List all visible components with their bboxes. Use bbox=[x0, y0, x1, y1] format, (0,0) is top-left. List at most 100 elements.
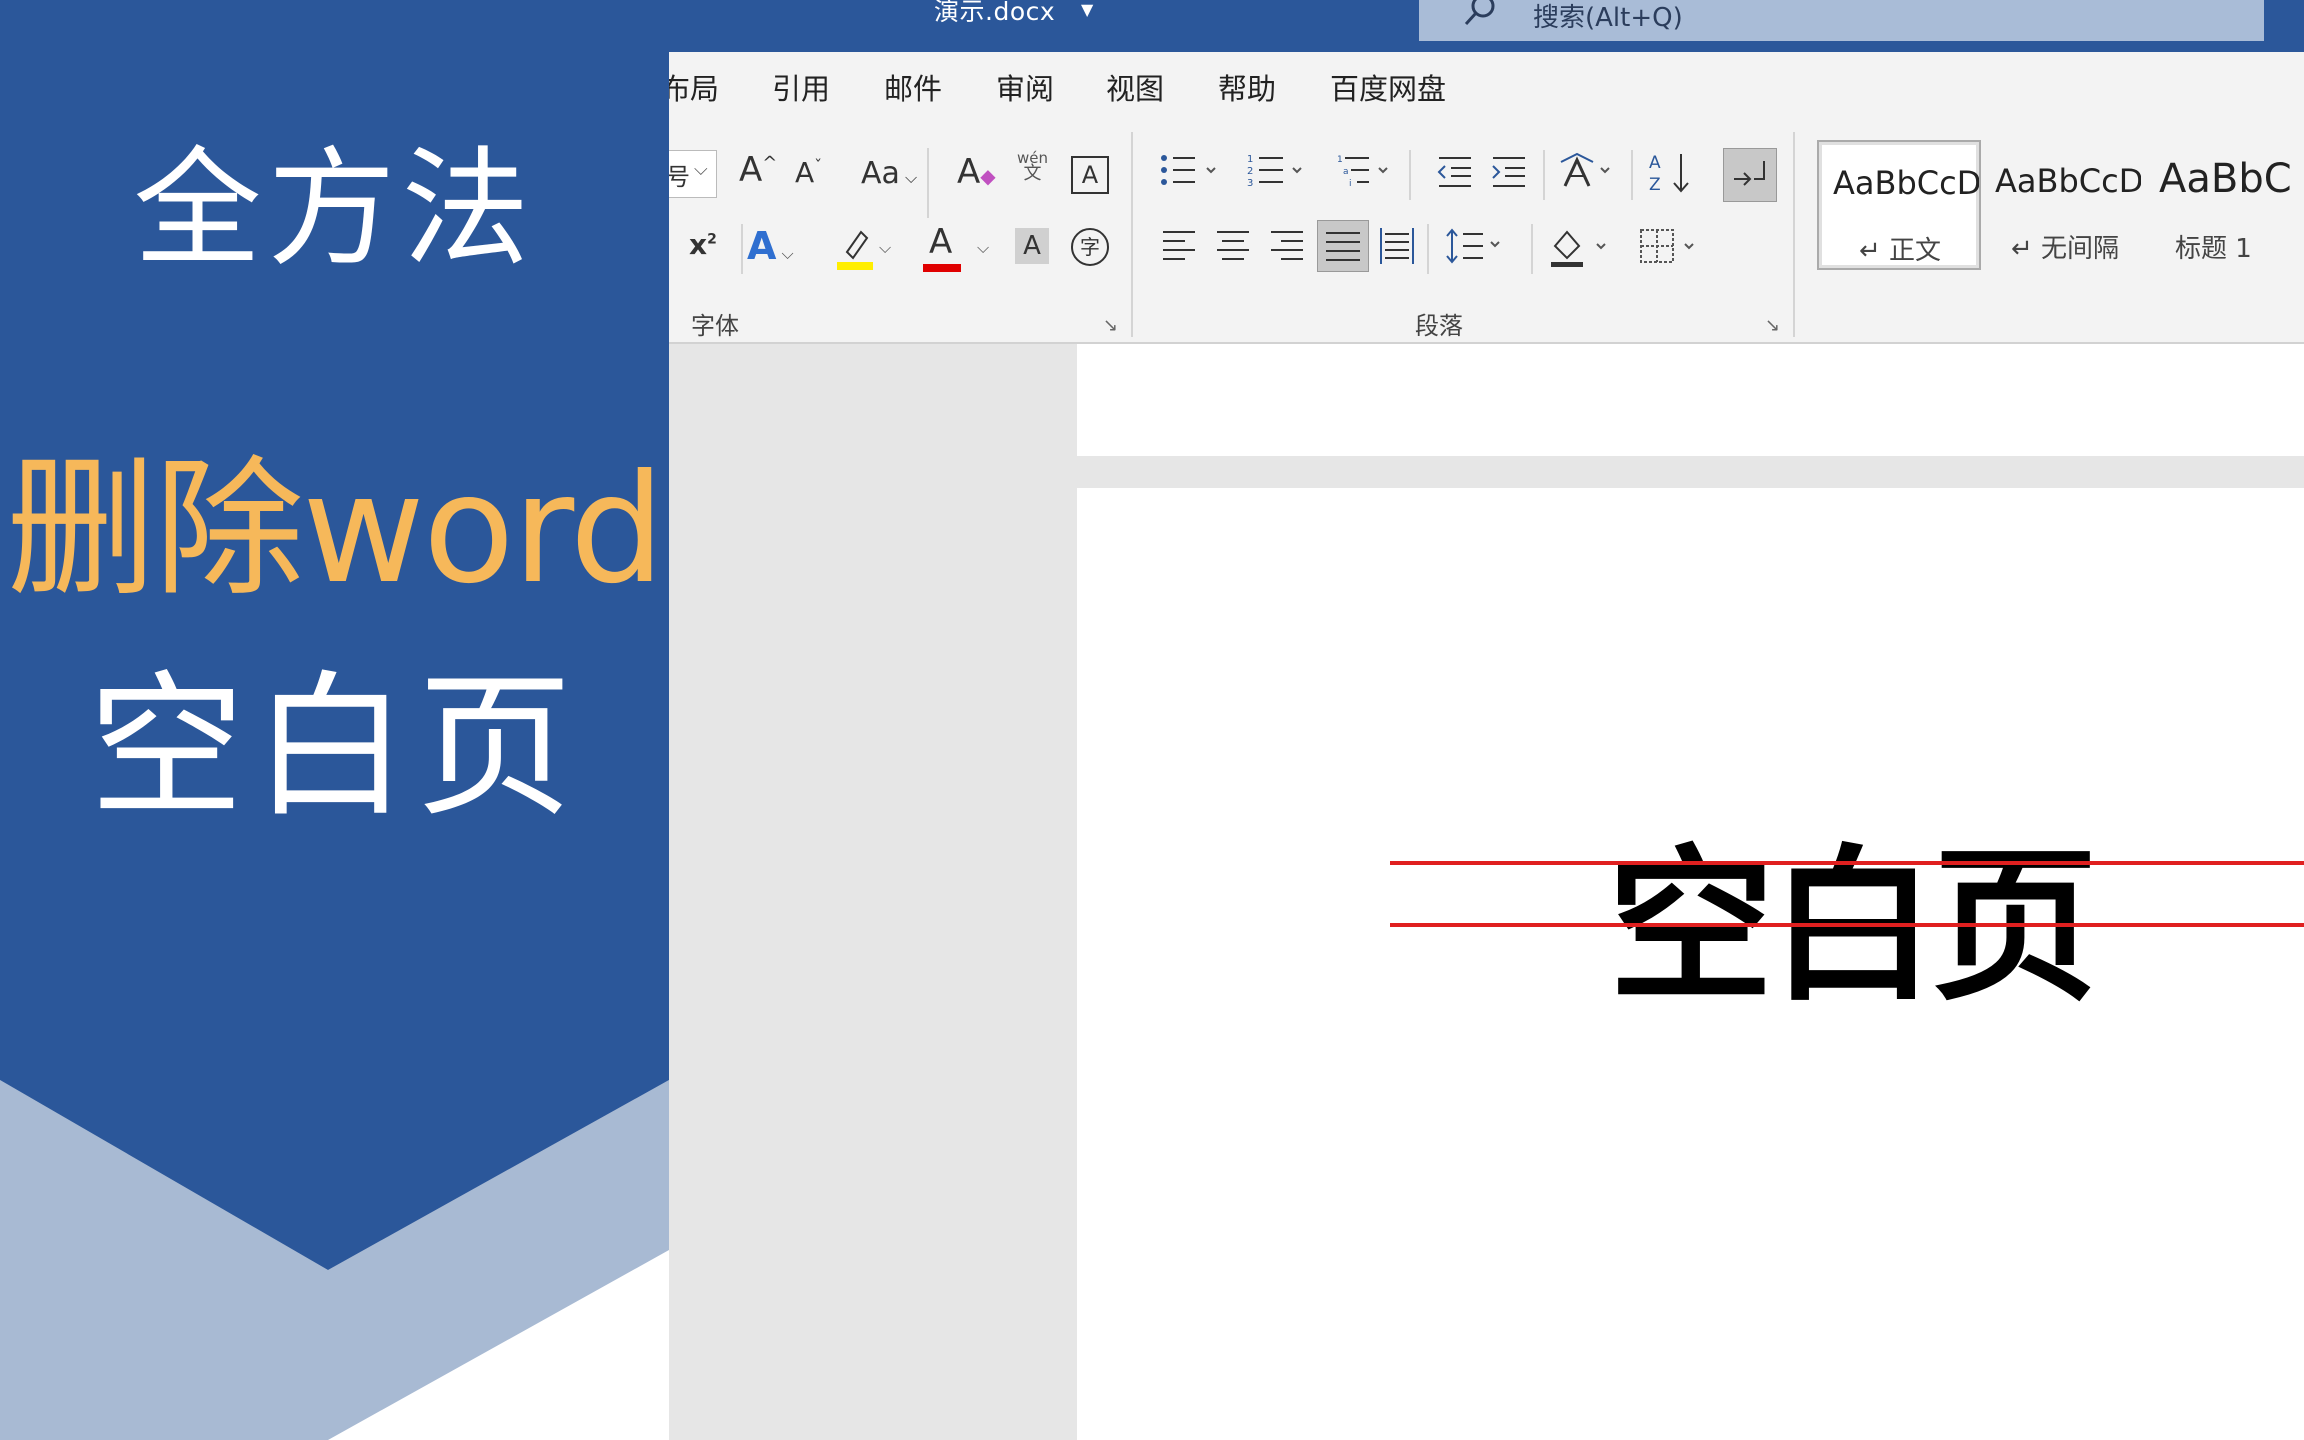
font-size-box[interactable]: 号 ⌵ bbox=[669, 150, 717, 198]
superscript-button[interactable]: x2 bbox=[689, 228, 717, 261]
chevron-down-icon[interactable]: ⌵ bbox=[879, 238, 891, 258]
tab-baidu-netdisk[interactable]: 百度网盘 bbox=[1330, 66, 1446, 108]
character-border-button[interactable]: A bbox=[1071, 156, 1109, 194]
character-shading-button[interactable]: A bbox=[1015, 228, 1049, 264]
pilcrow-arrow-icon bbox=[1734, 161, 1765, 186]
group-divider bbox=[1131, 132, 1133, 337]
align-right-icon bbox=[1271, 231, 1303, 260]
grow-font-button[interactable]: A^ bbox=[739, 150, 777, 190]
shading-button[interactable] bbox=[1547, 224, 1613, 268]
banner-line-3: 空白页 bbox=[88, 656, 581, 838]
text-effects-button[interactable]: A ⌵ bbox=[747, 224, 794, 268]
justify-button[interactable] bbox=[1317, 220, 1369, 272]
svg-text:Z: Z bbox=[1649, 175, 1661, 195]
style-normal[interactable]: AaBbCcDd ↵ 正文 bbox=[1817, 140, 1981, 270]
sort-button[interactable]: AZ bbox=[1649, 152, 1693, 196]
svg-text:A: A bbox=[1649, 153, 1661, 173]
decrease-indent-button[interactable] bbox=[1435, 154, 1475, 190]
increase-indent-button[interactable] bbox=[1489, 154, 1529, 190]
align-center-button[interactable] bbox=[1213, 226, 1253, 266]
document-body-text[interactable]: 空白页 bbox=[1608, 791, 2098, 1032]
divider bbox=[927, 148, 929, 218]
red-strike-line bbox=[1390, 923, 2304, 927]
font-size-value: 号 bbox=[669, 163, 690, 191]
svg-text:3: 3 bbox=[1247, 178, 1253, 189]
style-no-spacing[interactable]: AaBbCcDd ↵ 无间隔 bbox=[1981, 140, 2141, 266]
divider bbox=[1543, 150, 1545, 200]
align-right-button[interactable] bbox=[1267, 226, 1307, 266]
align-center-icon bbox=[1217, 231, 1249, 260]
text-direction-button[interactable] bbox=[1559, 152, 1619, 192]
tab-references[interactable]: 引用 bbox=[772, 66, 830, 108]
style-sample: AaBbCcDd bbox=[1995, 162, 2141, 200]
divider bbox=[741, 224, 743, 274]
multilevel-list-icon: 1ai bbox=[1337, 155, 1388, 189]
tab-help[interactable]: 帮助 bbox=[1218, 66, 1276, 108]
font-dialog-launcher-icon[interactable]: ↘ bbox=[1103, 315, 1118, 336]
style-name: ↵ 正文 bbox=[1859, 236, 1942, 266]
clear-formatting-icon[interactable]: A◆ bbox=[957, 152, 996, 192]
shrink-font-button[interactable]: Aˇ bbox=[795, 156, 822, 189]
bullets-button[interactable] bbox=[1159, 152, 1219, 192]
tab-review[interactable]: 审阅 bbox=[996, 66, 1054, 108]
align-left-icon bbox=[1163, 231, 1195, 260]
divider bbox=[1631, 150, 1633, 200]
line-spacing-icon bbox=[1446, 228, 1500, 264]
ribbon: 号 ⌵ A^ Aˇ Aa ⌵ A◆ wén 文 A x2 A ⌵ ⌵ A ⌵ A … bbox=[669, 120, 2304, 344]
paint-bucket-icon bbox=[1551, 230, 1606, 267]
banner-line-1: 全方法 bbox=[133, 135, 536, 284]
borders-icon bbox=[1640, 229, 1694, 263]
svg-text:i: i bbox=[1349, 179, 1352, 189]
bullet-list-icon bbox=[1161, 155, 1216, 185]
document-page-previous[interactable] bbox=[1077, 344, 2304, 456]
divider bbox=[1531, 224, 1533, 274]
chinese-layout-icon bbox=[1560, 152, 1610, 187]
enclose-characters-button[interactable]: 字 bbox=[1071, 228, 1109, 266]
tab-layout[interactable]: 布局 bbox=[669, 66, 719, 108]
document-title[interactable]: 演示.docx bbox=[934, 0, 1055, 28]
tab-view[interactable]: 视图 bbox=[1106, 66, 1164, 108]
svg-text:a: a bbox=[1343, 167, 1349, 177]
style-sample: AaBbCcDd bbox=[1833, 164, 1979, 202]
style-name: 标题 1 bbox=[2175, 234, 2252, 264]
style-name: ↵ 无间隔 bbox=[2011, 234, 2120, 264]
align-left-button[interactable] bbox=[1159, 226, 1199, 266]
search-box[interactable]: 搜索(Alt+Q) bbox=[1419, 0, 2264, 41]
title-bar: 演示.docx ▼ 搜索(Alt+Q) bbox=[669, 0, 2304, 52]
tab-mailings[interactable]: 邮件 bbox=[884, 66, 942, 108]
show-formatting-marks-button[interactable] bbox=[1723, 148, 1777, 202]
line-spacing-button[interactable] bbox=[1443, 226, 1509, 266]
group-divider bbox=[1793, 132, 1795, 337]
font-group-label: 字体 bbox=[691, 312, 739, 340]
style-sample: AaBbC bbox=[2159, 156, 2292, 202]
decrease-indent-icon bbox=[1437, 157, 1471, 187]
red-strike-line bbox=[1390, 861, 2304, 865]
numbered-list-icon: 123 bbox=[1247, 154, 1302, 189]
divider bbox=[1427, 224, 1429, 274]
menu-bar: 布局 引用 邮件 审阅 视图 帮助 百度网盘 bbox=[669, 52, 2304, 120]
title-banner: 全方法 删除word 空白页 bbox=[0, 0, 669, 1440]
style-heading-1[interactable]: AaBbC 标题 1 bbox=[2145, 140, 2304, 266]
chevron-down-icon: ⌵ bbox=[694, 159, 708, 180]
paragraph-dialog-launcher-icon[interactable]: ↘ bbox=[1765, 315, 1780, 336]
increase-indent-icon bbox=[1492, 157, 1525, 187]
numbering-button[interactable]: 123 bbox=[1247, 152, 1307, 192]
distributed-icon bbox=[1380, 228, 1414, 264]
banner-line-2: 删除word bbox=[6, 443, 665, 617]
chevron-down-icon[interactable]: ⌵ bbox=[977, 238, 989, 258]
search-placeholder: 搜索(Alt+Q) bbox=[1533, 3, 1683, 33]
search-icon bbox=[1464, 0, 1495, 26]
change-case-button[interactable]: Aa ⌵ bbox=[861, 156, 917, 191]
highlighter-icon bbox=[837, 230, 873, 270]
word-window: 演示.docx ▼ 搜索(Alt+Q) 布局 引用 邮件 审阅 视图 帮助 百度… bbox=[669, 0, 2304, 1440]
font-color-button[interactable]: A bbox=[923, 222, 963, 274]
multilevel-list-button[interactable]: 1ai bbox=[1337, 152, 1397, 192]
distributed-button[interactable] bbox=[1377, 226, 1417, 266]
svg-text:1: 1 bbox=[1247, 154, 1253, 165]
chevron-down-icon[interactable]: ▼ bbox=[1081, 0, 1093, 19]
borders-button[interactable] bbox=[1637, 224, 1703, 268]
phonetic-guide-button[interactable]: wén 文 bbox=[1017, 150, 1048, 183]
divider bbox=[1409, 150, 1411, 200]
justify-icon bbox=[1326, 232, 1360, 261]
highlight-color-button[interactable] bbox=[835, 224, 875, 274]
